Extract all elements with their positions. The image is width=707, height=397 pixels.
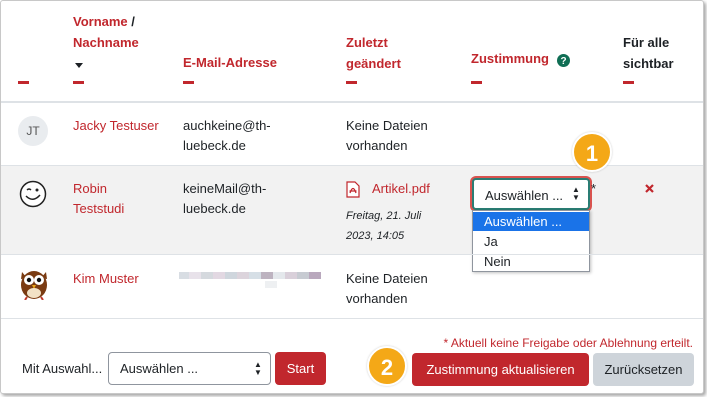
no-files-text: Keine Dateien vorhanden <box>346 269 428 309</box>
column-header-email[interactable]: E-Mail-Adresse <box>183 52 277 73</box>
dropdown-option[interactable]: Auswählen ... <box>473 212 589 231</box>
files-line1: Keine Dateien <box>346 271 428 286</box>
delete-x-icon[interactable] <box>645 184 654 193</box>
svg-text:?: ? <box>560 56 566 67</box>
sort-firstname-link[interactable]: Vorname <box>73 14 128 29</box>
callout-badge-2: 2 <box>367 346 407 386</box>
date-line1: Freitag, 21. Juli <box>346 210 422 222</box>
name-line1[interactable]: Robin <box>73 181 107 196</box>
row-divider <box>1 254 703 255</box>
owl-avatar-icon <box>21 271 47 300</box>
email-line2: luebeck.de <box>183 138 246 153</box>
consent-table-panel: Vorname / Nachname E-Mail-Adresse Zuletz… <box>0 0 704 394</box>
changed-column-dash <box>346 81 357 84</box>
reset-button[interactable]: Zurücksetzen <box>593 353 694 386</box>
changed-line1: Zuletzt <box>346 35 388 50</box>
no-files-text: Keine Dateien vorhanden <box>346 116 428 156</box>
changed-line2: geändert <box>346 56 401 71</box>
header-divider <box>1 101 703 103</box>
email-line2: luebeck.de <box>183 201 246 216</box>
files-line2: vorhanden <box>346 291 408 306</box>
consent-dropdown-list: Auswählen ... Ja Nein <box>472 210 590 272</box>
visible-line1: Für alle <box>623 35 670 50</box>
select-caret-icon: ▲ ▼ <box>572 185 580 202</box>
files-line2: vorhanden <box>346 138 408 153</box>
visible-column-dash <box>623 81 634 84</box>
consent-select[interactable]: Auswählen ... ▲ ▼ <box>472 178 590 210</box>
consent-select-value: Auswählen ... <box>485 188 564 203</box>
help-icon[interactable]: ? <box>557 54 570 67</box>
email-cell: auchkeine@th- luebeck.de <box>183 116 271 156</box>
callout-badge-1: 1 <box>572 132 612 172</box>
email-cell: keineMail@th- luebeck.de <box>183 179 266 219</box>
column-header-changed[interactable]: Zuletzt geändert <box>346 32 401 74</box>
name-line2[interactable]: Teststudi <box>73 201 124 216</box>
start-button[interactable]: Start <box>275 352 326 385</box>
asterisk-marker: * <box>591 181 597 196</box>
sort-indicator <box>18 81 29 84</box>
bulk-action-label: Mit Auswahl... <box>22 361 103 376</box>
email-column-dash <box>183 81 194 84</box>
table-bottom-divider <box>1 318 703 319</box>
name-column-dash <box>73 81 84 84</box>
date-line2: 2023, 14:05 <box>346 230 405 242</box>
modified-date: Freitag, 21. Juli 2023, 14:05 <box>346 206 421 246</box>
file-link[interactable]: Artikel.pdf <box>372 179 430 199</box>
bulk-action-select[interactable]: Auswählen ... ▲ ▼ <box>108 352 271 385</box>
sort-lastname-link[interactable]: Nachname <box>73 35 139 50</box>
user-link[interactable]: Kim Muster <box>73 269 139 289</box>
files-line1: Keine Dateien <box>346 118 428 133</box>
pdf-icon <box>346 181 360 198</box>
column-header-consent[interactable]: Zustimmung <box>471 48 549 69</box>
consent-column-dash <box>471 81 482 84</box>
update-consent-button[interactable]: Zustimmung aktualisieren <box>412 353 589 386</box>
sort-down-icon <box>75 63 83 68</box>
column-header-visible: Für alle sichtbar <box>623 32 674 74</box>
user-link[interactable]: Jacky Testuser <box>73 116 159 136</box>
visible-line2: sichtbar <box>623 56 674 71</box>
user-link[interactable]: Robin Teststudi <box>73 179 124 219</box>
dropdown-option[interactable]: Ja <box>473 232 589 251</box>
email-line1: auchkeine@th- <box>183 118 271 133</box>
avatar: JT <box>18 116 48 146</box>
column-header-name[interactable]: Vorname / Nachname <box>73 11 173 53</box>
select-caret-icon: ▲ ▼ <box>254 359 262 377</box>
header-separator: / <box>127 14 135 29</box>
bulk-select-value: Auswählen ... <box>120 361 199 376</box>
pixelated-email <box>179 270 325 290</box>
footnote: * Aktuell keine Freigabe oder Ablehnung … <box>443 336 694 350</box>
email-line1: keineMail@th- <box>183 181 267 196</box>
smiley-avatar-icon <box>19 180 47 208</box>
